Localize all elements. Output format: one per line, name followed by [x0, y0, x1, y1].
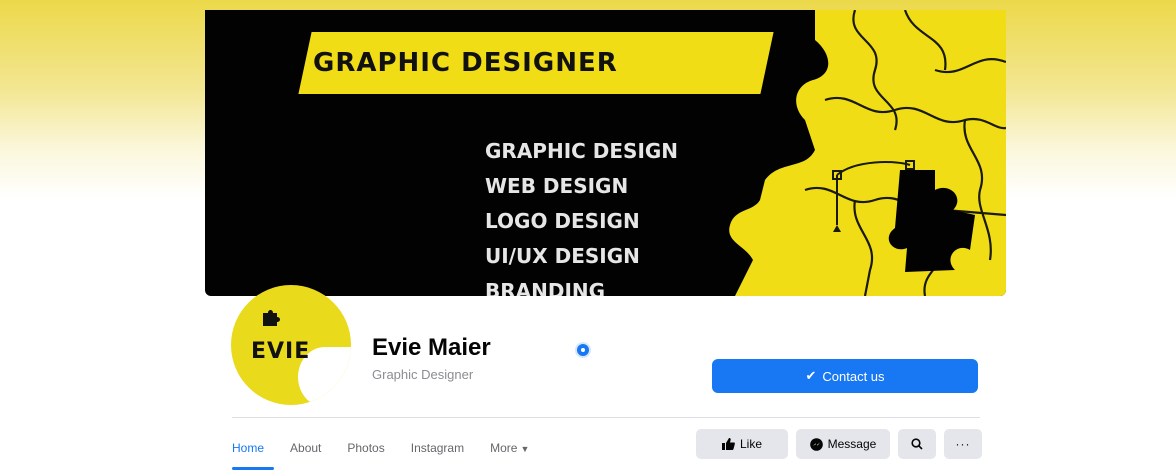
- message-label: Message: [827, 437, 877, 451]
- search-icon: [911, 438, 923, 450]
- tab-more-label: More: [490, 441, 518, 455]
- profile-tabs: Home About Photos Instagram More ▼: [232, 428, 555, 470]
- tab-instagram[interactable]: Instagram: [411, 431, 464, 465]
- profile-subtitle: Graphic Designer: [372, 367, 474, 382]
- verified-badge-icon: [575, 342, 591, 358]
- tab-home[interactable]: Home: [232, 431, 275, 470]
- search-button[interactable]: [898, 429, 936, 459]
- like-label: Like: [739, 437, 762, 451]
- tab-more[interactable]: More ▼: [490, 431, 529, 465]
- like-button[interactable]: Like: [696, 429, 788, 459]
- contact-us-label: Contact us: [822, 368, 885, 384]
- service-list: GRAPHIC DESIGN WEB DESIGN LOGO DESIGN UI…: [485, 134, 745, 296]
- pencil-icon: ✔: [805, 368, 817, 383]
- profile-name: Evie Maier: [372, 334, 491, 361]
- service-item: WEB DESIGN: [485, 174, 629, 198]
- avatar-logo-text: EVIE: [251, 339, 311, 364]
- thumbs-up-icon: [721, 438, 735, 450]
- messenger-icon: [809, 437, 823, 451]
- avatar[interactable]: EVIE: [231, 285, 351, 405]
- contact-us-button[interactable]: ✔ Contact us: [712, 359, 978, 393]
- service-item: BRANDING: [485, 279, 606, 296]
- tab-about[interactable]: About: [290, 431, 321, 465]
- service-item: GRAPHIC DESIGN: [485, 139, 679, 163]
- tab-photos[interactable]: Photos: [347, 431, 384, 465]
- service-item: LOGO DESIGN: [485, 209, 640, 233]
- ellipsis-icon: ···: [955, 437, 971, 451]
- cover-photo[interactable]: GRAPHIC DESIGNER GRAPHIC DESIGN WEB DESI…: [205, 10, 1006, 296]
- page-actions: Like Message ···: [696, 429, 982, 459]
- service-item: UI/UX DESIGN: [485, 244, 640, 268]
- divider: [232, 417, 980, 418]
- caret-down-icon: ▼: [520, 444, 530, 454]
- cover-headline: GRAPHIC DESIGNER: [313, 48, 618, 78]
- message-button[interactable]: Message: [796, 429, 890, 459]
- puzzle-piece-icon: [263, 310, 280, 326]
- more-options-button[interactable]: ···: [944, 429, 982, 459]
